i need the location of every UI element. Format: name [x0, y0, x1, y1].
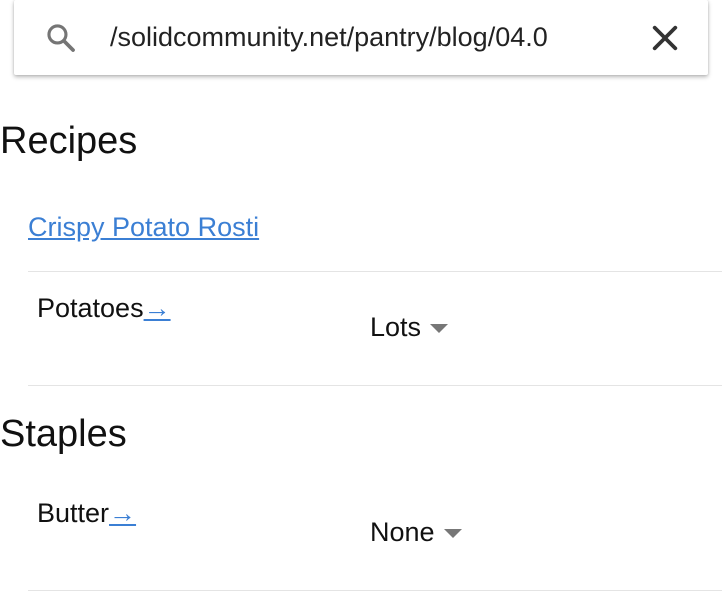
caret-down-icon [443, 529, 462, 538]
recipe-link-crispy-potato-rosti[interactable]: Crispy Potato Rosti [28, 212, 259, 243]
item-name: Potatoes [37, 293, 144, 323]
quantity-dropdown-potatoes[interactable]: Lots [370, 312, 449, 343]
recipes-heading: Recipes [0, 120, 138, 162]
divider [28, 271, 722, 272]
list-item-butter: Butter→ [37, 498, 136, 529]
item-link-arrow[interactable]: → [109, 498, 136, 528]
quantity-value: Lots [370, 312, 422, 342]
clear-url-button[interactable] [646, 19, 684, 57]
staples-heading: Staples [0, 413, 127, 455]
item-link-arrow[interactable]: → [144, 293, 171, 323]
divider [28, 590, 722, 591]
url-bar [14, 0, 708, 75]
caret-down-icon [430, 324, 449, 333]
url-input[interactable] [110, 14, 630, 60]
divider [28, 385, 722, 386]
search-icon[interactable] [44, 21, 78, 55]
close-icon [646, 25, 684, 60]
item-name: Butter [37, 498, 110, 528]
quantity-dropdown-butter[interactable]: None [370, 517, 462, 548]
quantity-value: None [370, 517, 435, 547]
pantry-page: Recipes Crispy Potato Rosti Potatoes→ Lo… [0, 0, 722, 605]
list-item-potatoes: Potatoes→ [37, 293, 171, 324]
